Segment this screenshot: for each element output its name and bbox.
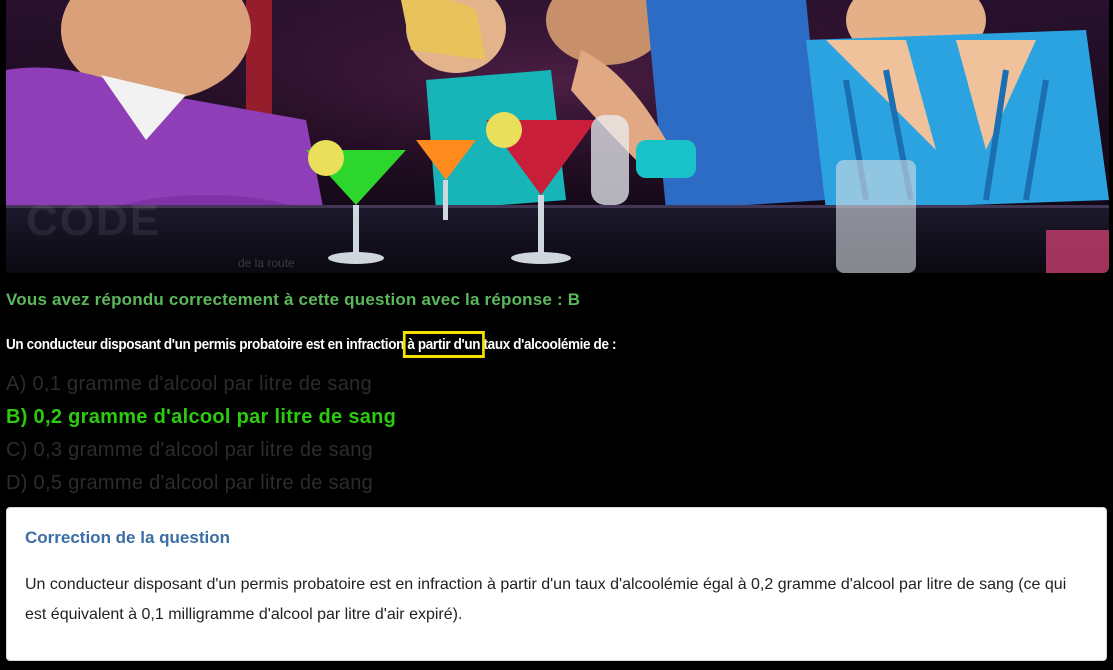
correction-title: Correction de la question — [25, 528, 230, 547]
question-text: Un conducteur disposant d'un permis prob… — [6, 331, 617, 358]
watermark-subtitle: de la route — [238, 256, 295, 270]
answer-list: A) 0,1 gramme d'alcool par litre de sang… — [6, 370, 396, 502]
quiz-page: CODE de la route Vous avez répondu corre… — [0, 0, 1113, 670]
answer-d[interactable]: D) 0,5 gramme d'alcool par litre de sang — [6, 469, 396, 502]
hero-image: CODE de la route — [6, 0, 1109, 273]
bar-cocktails-illustration — [6, 0, 1109, 273]
question-highlight: à partir d'un — [402, 331, 485, 358]
correction-body: Un conducteur disposant d'un permis prob… — [25, 576, 1067, 623]
result-message: Vous avez répondu correctement à cette q… — [6, 290, 581, 309]
correction-panel: Correction de la question Un conducteur … — [6, 507, 1107, 661]
watermark-logo: CODE — [26, 196, 162, 245]
question-text-after: taux d'alcoolémie de : — [480, 336, 617, 353]
answer-c[interactable]: C) 0,3 gramme d'alcool par litre de sang — [6, 436, 396, 469]
answer-a[interactable]: A) 0,1 gramme d'alcool par litre de sang — [6, 370, 396, 403]
answer-b[interactable]: B) 0,2 gramme d'alcool par litre de sang — [6, 403, 396, 436]
question-text-before: Un conducteur disposant d'un permis prob… — [6, 336, 408, 353]
